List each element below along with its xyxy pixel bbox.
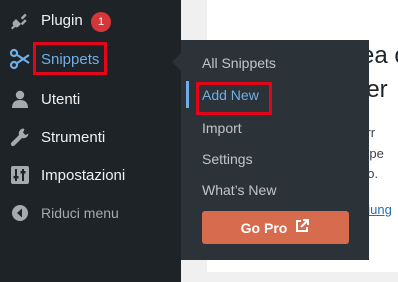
go-pro-button[interactable]: Go Pro <box>202 211 349 244</box>
snippets-highlight-box <box>33 42 107 75</box>
sidebar-item-label: Impostazioni <box>41 166 126 184</box>
sidebar-item-label: Utenti <box>41 90 81 108</box>
collapse-menu-button[interactable]: Riduci menu <box>0 195 181 231</box>
collapse-arrow-icon <box>9 202 31 224</box>
submenu-item-whats-new[interactable]: What’s New <box>202 182 276 198</box>
sidebar-item-label: Riduci menu <box>41 205 119 221</box>
sidebar-item-label: Plugin <box>41 11 83 29</box>
scissors-icon <box>9 48 31 70</box>
sidebar-item-utenti[interactable]: Utenti <box>0 81 181 117</box>
submenu-item-settings[interactable]: Settings <box>202 151 253 167</box>
user-icon <box>9 88 31 110</box>
wrench-icon <box>9 126 31 148</box>
current-item-indicator <box>186 81 189 108</box>
update-count-badge: 1 <box>91 12 111 32</box>
sidebar-item-label: Strumenti <box>41 128 106 146</box>
add-new-highlight-box <box>196 82 272 115</box>
sidebar-item-strumenti[interactable]: Strumenti <box>0 119 181 155</box>
submenu-item-import[interactable]: Import <box>202 120 242 136</box>
snippets-submenu: All Snippets Add New Import Settings Wha… <box>181 40 369 260</box>
external-link-icon <box>294 218 310 237</box>
admin-sidebar: Plugin 1 Snippets Utenti Strumenti Impos… <box>0 0 181 282</box>
go-pro-label: Go Pro <box>240 219 288 236</box>
sidebar-item-plugin[interactable]: Plugin 1 <box>0 2 181 38</box>
sliders-icon <box>9 164 31 186</box>
sidebar-item-impostazioni[interactable]: Impostazioni <box>0 157 181 193</box>
submenu-item-all-snippets[interactable]: All Snippets <box>202 55 276 71</box>
plug-icon <box>9 9 31 31</box>
flyout-pointer <box>172 53 181 71</box>
